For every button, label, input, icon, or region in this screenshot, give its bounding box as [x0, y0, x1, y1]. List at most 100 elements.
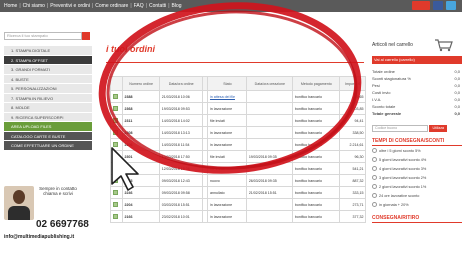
radio-button[interactable] — [372, 184, 377, 189]
menu-ricerca[interactable]: 9. RICERCA SUPERSCORPI — [4, 112, 92, 122]
expand-icon[interactable] — [112, 153, 118, 159]
order-status[interactable]: in lavorazione — [207, 102, 248, 115]
delivery-option[interactable]: 24 ore lavorative sconto — [372, 191, 462, 200]
search-button[interactable] — [82, 32, 90, 40]
row-icon[interactable] — [109, 198, 124, 211]
order-status[interactable]: in lavorazione — [207, 198, 248, 211]
nav-faq[interactable]: FAQ — [134, 3, 144, 9]
order-status[interactable]: file inviati — [207, 150, 248, 163]
row-icon[interactable] — [109, 90, 124, 103]
coupon-button[interactable]: Utilizza — [429, 125, 448, 132]
order-number: 2306 — [122, 138, 161, 151]
radio-button[interactable] — [372, 175, 377, 180]
radio-button[interactable] — [372, 166, 377, 171]
order-status[interactable]: in attesa del file — [207, 90, 248, 103]
row-icon[interactable] — [109, 102, 124, 115]
email-address[interactable]: info@multimediapublishing.it — [4, 234, 74, 240]
order-amount: 2.214,61 — [339, 138, 366, 151]
expand-icon[interactable] — [112, 93, 118, 99]
order-number: 2204 — [122, 198, 161, 211]
expand-icon[interactable] — [112, 189, 118, 195]
cart-summary: Totale ordine 0,0 Sconti stagionatura % 0,0… — [372, 68, 462, 117]
menu-grandi-formati[interactable]: 3. GRANDI FORMATI — [4, 65, 92, 75]
expand-icon[interactable] — [112, 117, 118, 123]
radio-button[interactable] — [372, 193, 377, 198]
order-status[interactable]: file inviati — [207, 162, 248, 175]
search-input[interactable]: Ricerca il tuo stampato — [4, 32, 82, 40]
nav-home[interactable]: Home — [4, 3, 17, 9]
row-icon[interactable] — [109, 126, 124, 139]
row-icon[interactable] — [109, 114, 124, 127]
order-amount: 887,32 — [339, 174, 366, 187]
order-payment: bonifico bancario — [292, 174, 341, 187]
table-row[interactable]: 2308 14/03/2018 13:13 in lavorazione bonifi… — [109, 126, 366, 139]
table-row[interactable]: 2388 21/03/2018 10:06 in attesa del file bo… — [109, 90, 366, 103]
radio-button[interactable] — [372, 157, 377, 162]
twitter-icon[interactable] — [446, 1, 456, 10]
nav-contatti[interactable]: Contatti — [149, 3, 166, 9]
table-row[interactable]: 2166 23/02/2018 10:01 in lavorazione bonifi… — [109, 210, 366, 223]
row-icon[interactable] — [109, 138, 124, 151]
row-icon[interactable] — [109, 150, 124, 163]
order-amount: 94,41 — [339, 114, 366, 127]
delivery-title: TEMPI DI CONSEGNA/SCONTI — [372, 138, 462, 146]
expand-icon[interactable] — [112, 105, 118, 111]
row-icon[interactable] — [109, 162, 124, 175]
expand-icon[interactable] — [112, 213, 118, 219]
table-row[interactable]: 2284 12/03/2018 15:36 file inviati bonifico… — [109, 162, 366, 175]
table-row[interactable]: 2306 14/03/2018 11:54 in lavorazione bonifi… — [109, 138, 366, 151]
order-payment: bonifico bancario — [292, 90, 341, 103]
order-status[interactable]: in lavorazione — [207, 126, 248, 139]
expand-icon[interactable] — [112, 201, 118, 207]
cart-summary-row: Pesi 0,0 — [372, 82, 462, 89]
coupon-input[interactable]: Codice buono — [372, 125, 428, 132]
delivery-option[interactable]: 3 giorni lavorativi sconto 2% — [372, 173, 462, 182]
nav-preventivi[interactable]: Preventivi e ordini — [50, 3, 90, 9]
menu-upload-files[interactable]: AREA UPLOAD FILES — [4, 122, 92, 132]
expand-icon[interactable] — [112, 129, 118, 135]
menu-stampa-digitale[interactable]: 1. STAMPA DIGITALE — [4, 46, 92, 56]
menu-stampa-offset[interactable]: 2. STAMPA OFFSET — [4, 55, 92, 65]
order-status[interactable]: file inviati — [207, 114, 248, 127]
order-status[interactable]: nuovo — [207, 174, 248, 187]
cart-bar[interactable]: Vai al carrello (carrello) — [372, 56, 462, 64]
radio-button[interactable] — [372, 202, 377, 207]
table-row[interactable]: 2301 13/03/2018 17:50 file inviati 19/03/20… — [109, 150, 366, 163]
row-icon[interactable] — [109, 210, 124, 223]
table-row[interactable]: 2273 09/03/2018 12:43 nuovo 26/03/2018 09:3… — [109, 174, 366, 187]
expand-icon[interactable] — [112, 165, 118, 171]
contact-box: Sempre in contatto chiama e scrivi 02 66… — [4, 186, 94, 240]
menu-stampa-rilievo[interactable]: 7. STAMPA IN RILIEVO — [4, 93, 92, 103]
expand-icon[interactable] — [112, 177, 118, 183]
cart-icon[interactable] — [434, 38, 454, 52]
delivery-option[interactable]: oltre i 5 giorni sconto 5% — [372, 146, 462, 155]
menu-catalogo[interactable]: CATALOGO CARTE E BUSTE — [4, 131, 92, 141]
facebook-icon[interactable] — [433, 1, 443, 10]
row-icon[interactable] — [109, 186, 124, 199]
delivery-option[interactable]: 5 giorni lavorativi sconto 4% — [372, 155, 462, 164]
menu-molde[interactable]: 8. MOLDE — [4, 103, 92, 113]
menu-personalizzazioni[interactable]: 5. PERSONALIZZAZIONI — [4, 84, 92, 94]
delivery-option[interactable]: 2 giorni lavorativi sconto 1% — [372, 182, 462, 191]
table-row[interactable]: 2246 09/03/2018 09:58 annullato 21/02/2018 … — [109, 186, 366, 199]
radio-button[interactable] — [372, 148, 377, 153]
phone-number[interactable]: 02 6697768 — [36, 219, 89, 230]
order-status[interactable]: in lavorazione — [207, 138, 248, 151]
table-row[interactable]: 2368 19/03/2018 09:53 in lavorazione bonifi… — [109, 102, 366, 115]
table-row[interactable]: 2204 03/03/2018 15:51 in lavorazione bonifi… — [109, 198, 366, 211]
cart-count-badge[interactable] — [412, 1, 430, 10]
order-status[interactable]: in lavorazione — [207, 210, 248, 223]
menu-come-ordinare[interactable]: COME EFFETTUARE UN ORDINE — [4, 141, 92, 151]
delivery-option[interactable]: 4 giorni lavorativi sconto 3% — [372, 164, 462, 173]
nav-blog[interactable]: Blog — [172, 3, 182, 9]
order-status[interactable]: annullato — [207, 186, 248, 199]
delivery-option[interactable]: in giornata + 20% — [372, 200, 462, 209]
order-created: 26/03/2018 09:35 — [246, 174, 294, 187]
nav-come-ordinare[interactable]: Come ordinare — [95, 3, 128, 9]
table-row[interactable]: 2311 14/03/2018 14:02 file inviati bonifico… — [109, 114, 366, 127]
expand-icon[interactable] — [112, 141, 118, 147]
menu-buste[interactable]: 4. BUSTE — [4, 74, 92, 84]
order-number: 2246 — [122, 186, 161, 199]
nav-chi-siamo[interactable]: Chi siamo — [23, 3, 45, 9]
row-icon[interactable] — [109, 174, 124, 187]
